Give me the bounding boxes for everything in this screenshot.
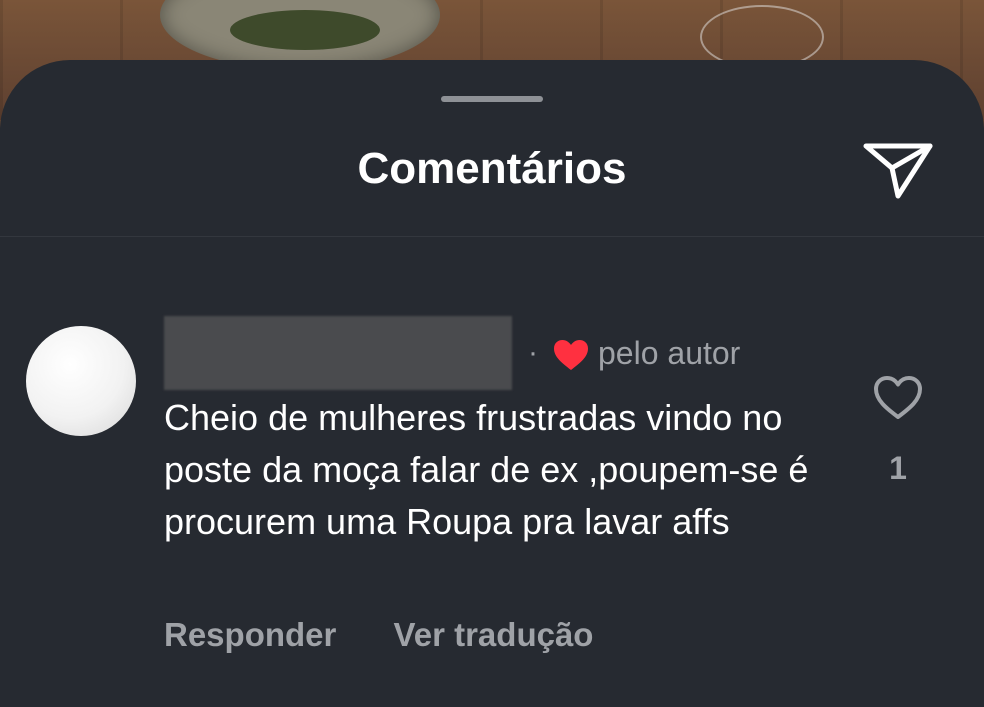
sheet-title: Comentários <box>357 144 627 193</box>
meta-separator: · <box>528 336 538 369</box>
send-icon[interactable] <box>862 138 934 202</box>
like-count: 1 <box>889 450 907 486</box>
comment-actions: Responder Ver tradução <box>164 616 641 654</box>
liked-by-author-label: pelo autor <box>598 335 741 371</box>
comment-text: Cheio de mulheres frustradas vindo no po… <box>164 397 809 542</box>
comment-meta: · pelo autor <box>164 316 804 390</box>
heart-filled-icon <box>552 338 590 372</box>
comments-sheet: Comentários · pelo autor Cheio de mulher… <box>0 60 984 707</box>
header-divider <box>0 236 984 237</box>
reply-button[interactable]: Responder <box>164 616 336 653</box>
avatar[interactable] <box>26 326 136 436</box>
sheet-drag-handle[interactable] <box>441 96 543 102</box>
translate-button[interactable]: Ver tradução <box>394 616 594 653</box>
username-redacted[interactable] <box>164 316 512 390</box>
background-leaves <box>230 10 380 50</box>
heart-outline-icon[interactable] <box>872 374 924 422</box>
